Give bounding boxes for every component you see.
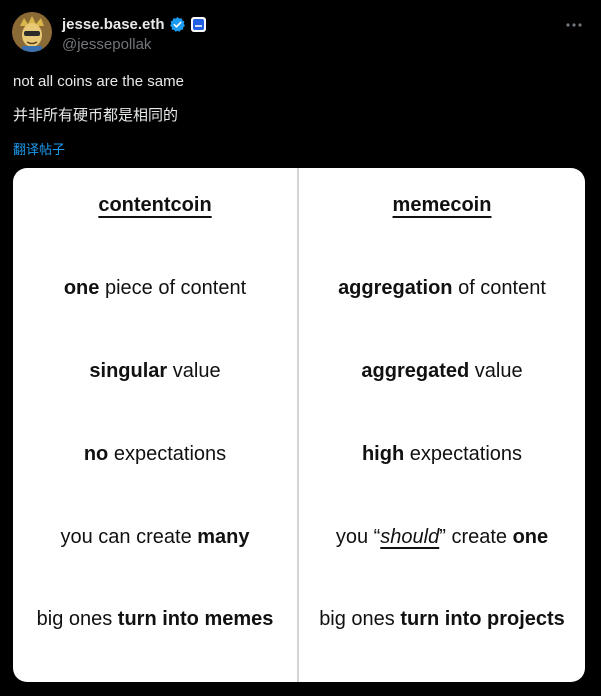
column-heading: contentcoin — [98, 194, 212, 216]
display-name-row: jesse.base.eth — [62, 14, 207, 34]
tweet: jesse.base.eth @jessepollak not all coin… — [0, 0, 601, 696]
comparison-row: singular value — [13, 359, 297, 383]
row-italic: should — [380, 526, 440, 548]
row-text: piece of content — [99, 277, 247, 299]
avatar[interactable] — [12, 12, 52, 52]
row-text: you “ — [335, 526, 381, 548]
memecoin-column: memecoin aggregation of content aggregat… — [299, 168, 585, 682]
translate-post-link[interactable]: 翻译帖子 — [13, 139, 65, 158]
row-bold: singular — [89, 360, 168, 382]
comparison-row: no expectations — [13, 442, 297, 466]
row-bold: one — [63, 277, 100, 299]
column-heading: memecoin — [392, 194, 492, 216]
row-text: value — [469, 360, 523, 382]
comparison-row: aggregation of content — [299, 276, 585, 300]
row-text: of content — [452, 277, 546, 299]
comparison-row: big ones turn into projects — [299, 607, 585, 631]
tweet-text-translated: 并非所有硬币都是相同的 — [13, 107, 179, 124]
display-name[interactable]: jesse.base.eth — [62, 16, 165, 33]
row-bold: aggregated — [361, 360, 470, 382]
contentcoin-column: contentcoin one piece of content singula… — [13, 168, 297, 682]
verified-icon[interactable] — [169, 16, 186, 33]
row-text: big ones — [36, 608, 118, 630]
row-bold: turn into projects — [400, 608, 565, 630]
row-bold: no — [83, 443, 109, 465]
row-bold: one — [512, 526, 549, 548]
comparison-row: aggregated value — [299, 359, 585, 383]
tweet-header: jesse.base.eth @jessepollak — [12, 12, 589, 56]
row-bold: high — [361, 443, 405, 465]
comparison-row: one piece of content — [13, 276, 297, 300]
comparison-row: high expectations — [299, 442, 585, 466]
tweet-text: not all coins are the same — [13, 73, 184, 90]
affiliation-icon[interactable] — [190, 16, 207, 33]
row-bold: turn into memes — [117, 608, 274, 630]
row-bold: many — [197, 526, 250, 548]
comparison-row: you “should” create one — [299, 525, 585, 549]
row-text: big ones — [319, 608, 401, 630]
author-names: jesse.base.eth @jessepollak — [62, 14, 207, 53]
handle[interactable]: @jessepollak — [62, 36, 207, 53]
more-options-icon[interactable] — [563, 14, 585, 36]
comparison-image[interactable]: contentcoin one piece of content singula… — [13, 168, 585, 682]
comparison-row: big ones turn into memes — [13, 607, 297, 631]
avatar-image — [12, 12, 52, 52]
comparison-row: you can create many — [13, 525, 297, 549]
row-bold: aggregation — [338, 277, 453, 299]
row-text: ” create — [439, 526, 513, 548]
row-text: you can create — [60, 526, 198, 548]
row-text: expectations — [108, 443, 227, 465]
row-text: expectations — [404, 443, 523, 465]
row-text: value — [167, 360, 221, 382]
